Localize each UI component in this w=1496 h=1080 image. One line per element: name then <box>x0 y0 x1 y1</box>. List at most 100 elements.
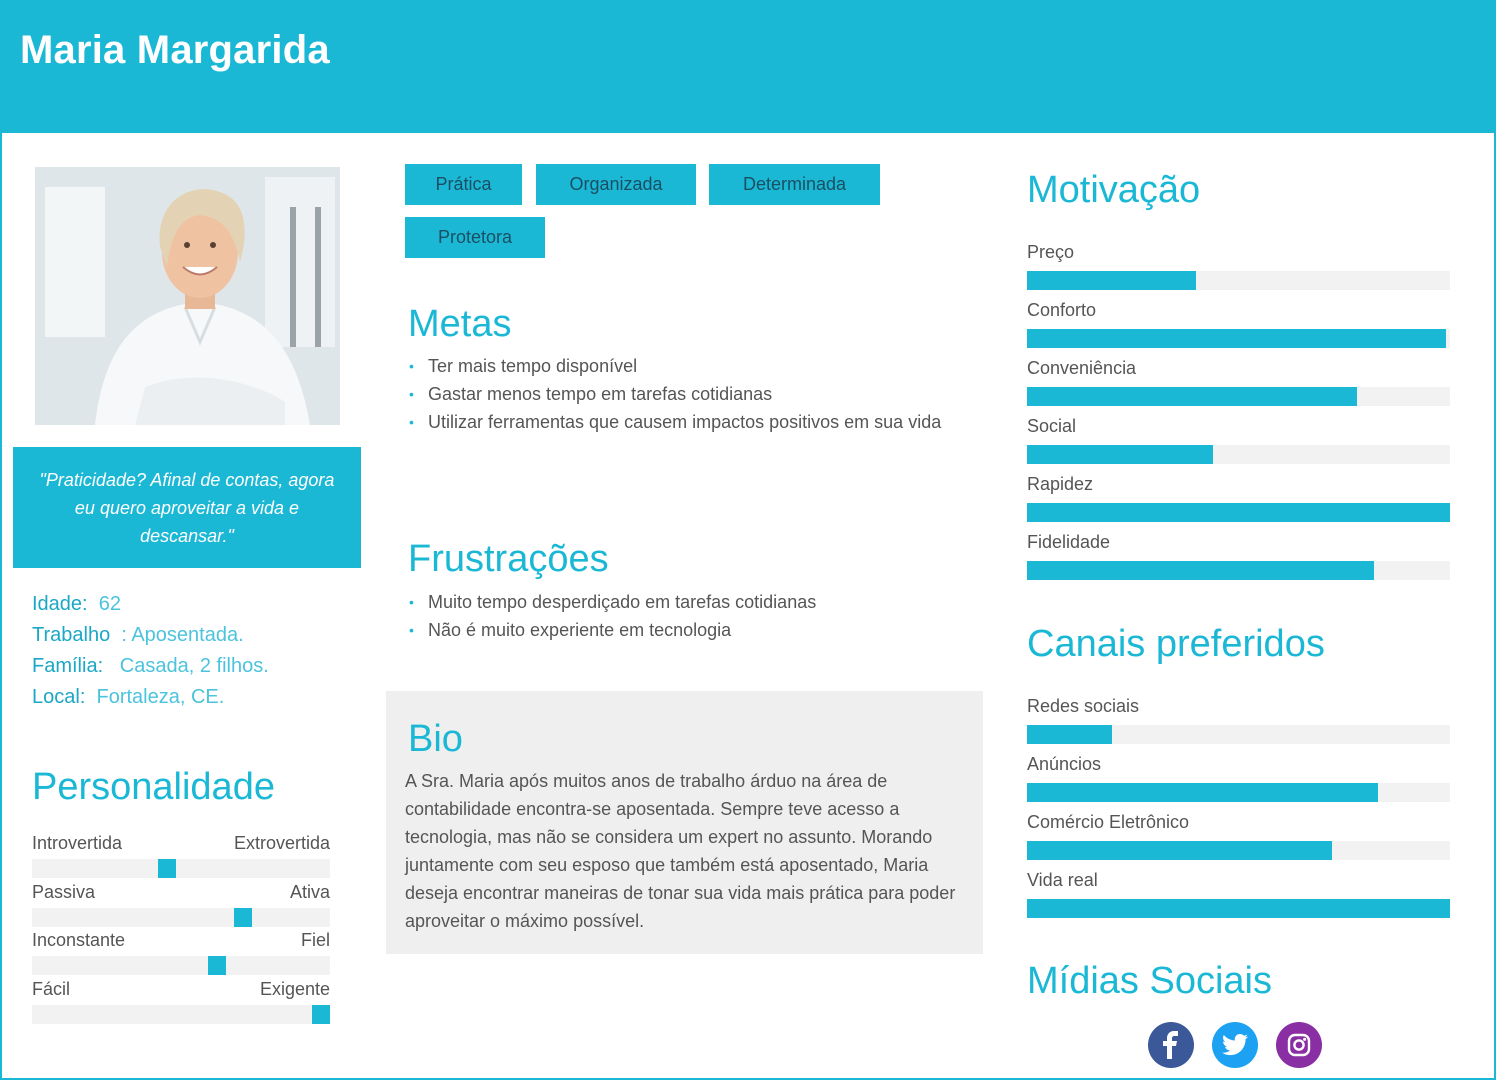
facebook-icon[interactable] <box>1148 1022 1194 1068</box>
social-media-title: Mídias Sociais <box>1027 960 1272 1002</box>
fact-label: Idade: <box>32 593 88 615</box>
trait-left-label: Inconstante <box>32 930 126 950</box>
personality-title: Personalidade <box>32 766 275 808</box>
meter-label: Anúncios <box>1027 754 1102 774</box>
instagram-icon[interactable] <box>1276 1022 1322 1068</box>
list-item: Utilizar ferramentas que causem impactos… <box>408 408 953 436</box>
meter-label: Conveniência <box>1027 358 1137 378</box>
tag-organizada: Organizada <box>536 164 696 205</box>
trait-slider: Inconstante Fiel <box>32 930 330 980</box>
trait-marker <box>234 908 252 927</box>
header-bar: Maria Margarida <box>0 0 1496 133</box>
bio-text: A Sra. Maria após muitos anos de trabalh… <box>405 771 956 931</box>
meter-label: Conforto <box>1027 300 1097 320</box>
meter-fill <box>1027 725 1112 744</box>
fact-value: Fortaleza, CE. <box>96 686 225 708</box>
fact-value: : Aposentada. <box>121 624 244 646</box>
meter-track <box>1027 899 1450 918</box>
twitter-icon[interactable] <box>1212 1022 1258 1068</box>
trait-right-label: Ativa <box>289 882 330 902</box>
meter-row: Preço <box>1027 242 1450 300</box>
fact-label: Local: <box>32 686 86 708</box>
trait-right-label: Extrovertida <box>233 833 330 853</box>
meter-fill <box>1027 329 1446 348</box>
fact-value: Casada, 2 filhos. <box>119 655 269 677</box>
meter-row: Fidelidade <box>1027 532 1450 590</box>
trait-track <box>32 908 330 927</box>
fact-age: Idade: 62 <box>32 589 269 620</box>
fact-value: 62 <box>98 593 121 615</box>
trait-marker <box>158 859 176 878</box>
trait-left-label: Passiva <box>32 882 96 902</box>
goals-title: Metas <box>408 303 512 345</box>
trait-left-label: Fácil <box>32 979 71 999</box>
persona-facts: Idade: 62 Trabalho : Aposentada. Família… <box>32 589 269 713</box>
fact-location: Local: Fortaleza, CE. <box>32 682 269 713</box>
meter-fill <box>1027 387 1357 406</box>
frustrations-list: Muito tempo desperdiçado em tarefas coti… <box>408 588 953 644</box>
meter-fill <box>1027 841 1332 860</box>
meter-fill <box>1027 899 1450 918</box>
tag-determinada: Determinada <box>709 164 880 205</box>
trait-marker <box>208 956 226 975</box>
trait-right-label: Exigente <box>259 979 330 999</box>
trait-slider: Passiva Ativa <box>32 882 330 932</box>
meter-row: Social <box>1027 416 1450 474</box>
goals-list: Ter mais tempo disponível Gastar menos t… <box>408 352 953 436</box>
meter-track <box>1027 329 1450 348</box>
meter-row: Redes sociais <box>1027 696 1450 754</box>
persona-photo <box>35 167 340 425</box>
meter-label: Comércio Eletrônico <box>1027 812 1190 832</box>
trait-left-label: Introvertida <box>32 833 123 853</box>
frustrations-title: Frustrações <box>408 538 609 580</box>
meter-track <box>1027 271 1450 290</box>
meter-track <box>1027 445 1450 464</box>
tag-protetora: Protetora <box>405 217 545 258</box>
fact-work: Trabalho : Aposentada. <box>32 620 269 651</box>
meter-row: Rapidez <box>1027 474 1450 532</box>
fact-family: Família: Casada, 2 filhos. <box>32 651 269 682</box>
meter-track <box>1027 561 1450 580</box>
bio-title: Bio <box>408 718 463 760</box>
persona-portrait-illustration <box>35 167 340 425</box>
meter-label: Redes sociais <box>1027 696 1140 716</box>
fact-label: Trabalho <box>32 624 111 646</box>
meter-label: Vida real <box>1027 870 1098 890</box>
list-item: Ter mais tempo disponível <box>408 352 953 380</box>
meter-row: Comércio Eletrônico <box>1027 812 1450 870</box>
trait-slider: Fácil Exigente <box>32 979 330 1029</box>
list-item: Gastar menos tempo em tarefas cotidianas <box>408 380 953 408</box>
meter-row: Vida real <box>1027 870 1450 928</box>
meter-row: Anúncios <box>1027 754 1450 812</box>
trait-marker <box>312 1005 330 1024</box>
tag-pratica: Prática <box>405 164 522 205</box>
meter-fill <box>1027 503 1450 522</box>
list-item: Não é muito experiente em tecnologia <box>408 616 953 644</box>
meter-track <box>1027 841 1450 860</box>
meter-label: Rapidez <box>1027 474 1094 494</box>
meter-track <box>1027 503 1450 522</box>
meter-track <box>1027 725 1450 744</box>
trait-slider: Introvertida Extrovertida <box>32 833 330 883</box>
trait-right-label: Fiel <box>300 930 330 950</box>
meter-track <box>1027 783 1450 802</box>
meter-label: Fidelidade <box>1027 532 1111 552</box>
persona-quote: "Praticidade? Afinal de contas, agora eu… <box>13 447 361 568</box>
meter-row: Conforto <box>1027 300 1450 358</box>
meter-fill <box>1027 445 1213 464</box>
persona-name: Maria Margarida <box>20 28 330 72</box>
meter-label: Preço <box>1027 242 1075 262</box>
social-media-icons <box>1148 1022 1322 1068</box>
fact-label: Família: <box>32 655 104 677</box>
motivation-title: Motivação <box>1027 169 1201 211</box>
meter-row: Conveniência <box>1027 358 1450 416</box>
trait-track <box>32 1005 330 1024</box>
channels-title: Canais preferidos <box>1027 623 1325 665</box>
meter-fill <box>1027 561 1374 580</box>
meter-fill <box>1027 783 1378 802</box>
meter-fill <box>1027 271 1196 290</box>
trait-track <box>32 956 330 975</box>
meter-label: Social <box>1027 416 1077 436</box>
trait-track <box>32 859 330 878</box>
list-item: Muito tempo desperdiçado em tarefas coti… <box>408 588 953 616</box>
